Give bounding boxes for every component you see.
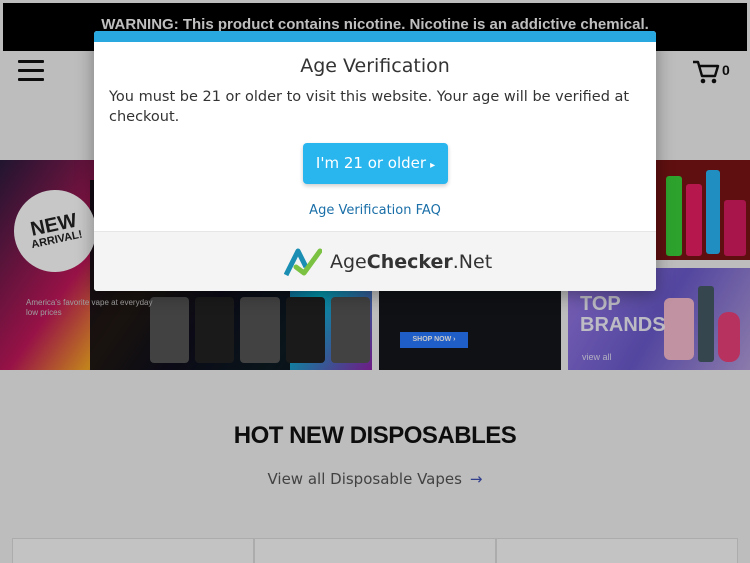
confirm-age-label: I'm 21 or older	[315, 154, 427, 172]
agechecker-name: AgeChecker.Net	[330, 251, 492, 273]
age-verification-faq-link[interactable]: Age Verification FAQ	[94, 203, 656, 218]
modal-title: Age Verification	[300, 55, 450, 77]
agechecker-logo-icon	[284, 248, 322, 277]
modal-message: You must be 21 or older to visit this we…	[109, 89, 630, 125]
brand-suffix: .Net	[452, 251, 493, 273]
modal-footer: AgeChecker.Net	[94, 231, 656, 291]
modal-accent-bar	[94, 31, 656, 42]
caret-right-icon: ▸	[430, 160, 436, 171]
agechecker-brand: AgeChecker.Net	[284, 247, 492, 277]
age-verification-modal: Age Verification You must be 21 or older…	[94, 31, 656, 291]
brand-prefix: Age	[330, 251, 367, 273]
brand-bold: Checker	[366, 251, 453, 273]
confirm-age-button[interactable]: I'm 21 or older ▸	[303, 143, 448, 184]
